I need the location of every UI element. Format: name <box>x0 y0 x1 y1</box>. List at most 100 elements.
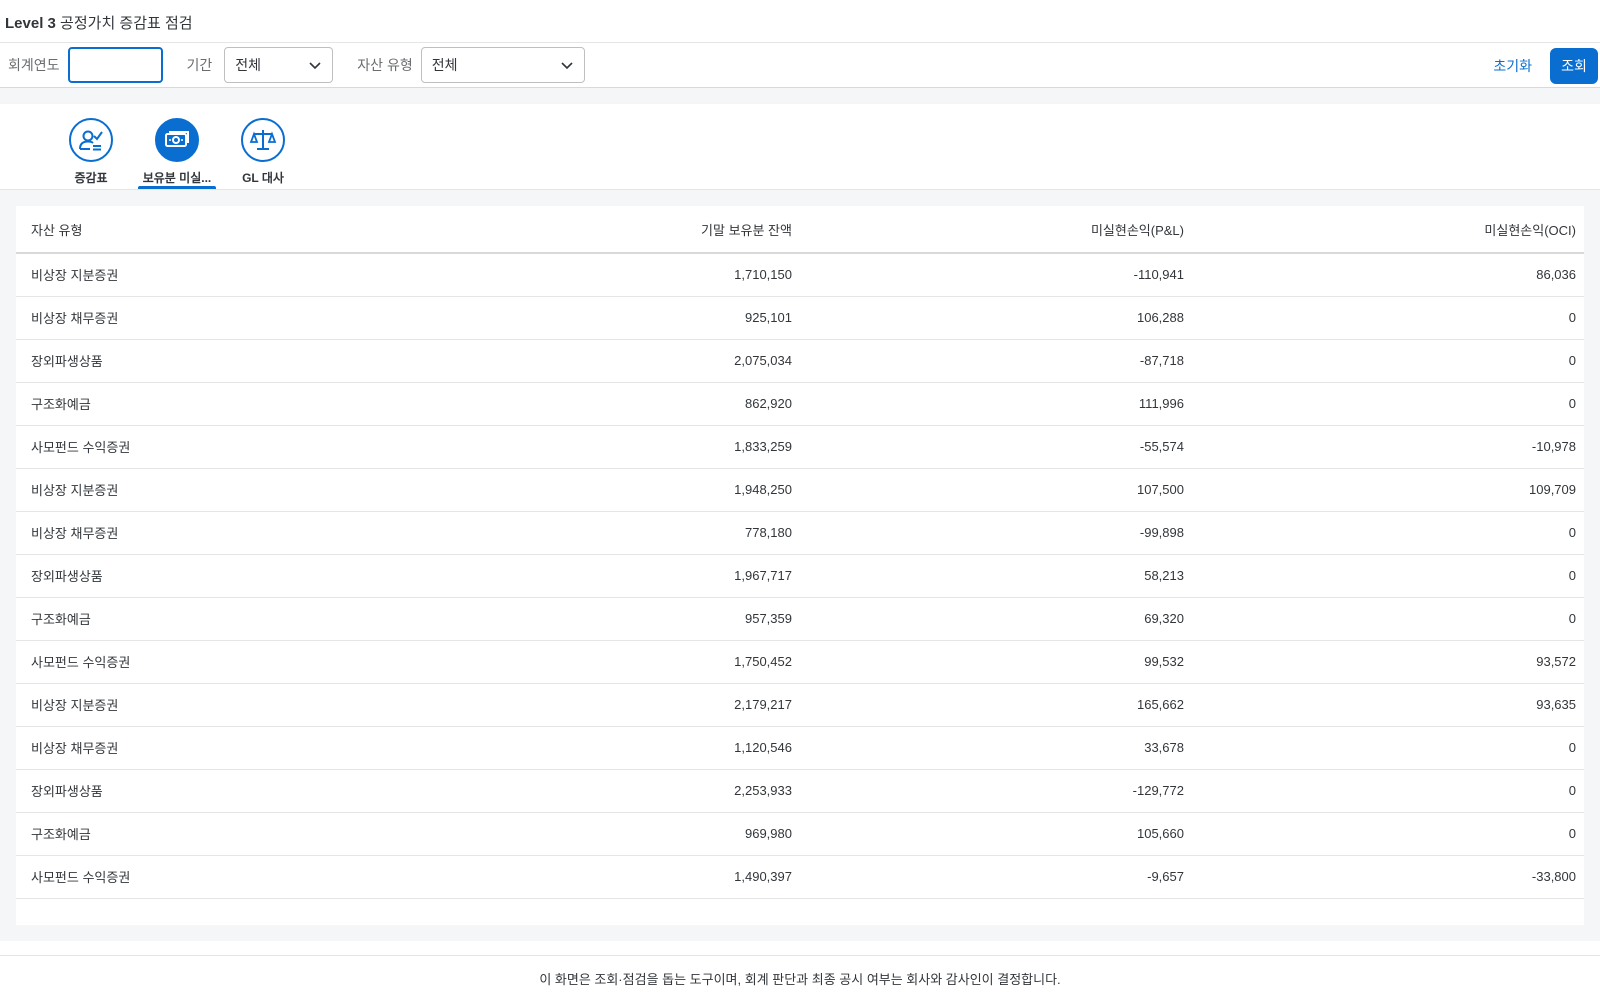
cell-pl: 105,660 <box>799 812 1192 856</box>
tab-label: 보유분 미실... <box>142 171 212 185</box>
cell-ending-balance: 862,920 <box>502 382 800 426</box>
cell-oci: 0 <box>1191 339 1584 383</box>
cell-ending-balance: 969,980 <box>502 812 800 856</box>
cell-ending-balance: 1,710,150 <box>502 253 800 297</box>
cell-ending-balance: 2,253,933 <box>502 769 800 813</box>
asset-type-select[interactable]: 전체 <box>420 47 585 83</box>
cell-oci: 93,635 <box>1191 683 1584 727</box>
asset-type-select-value: 전체 <box>431 57 458 73</box>
cell-pl: 99,532 <box>799 640 1192 684</box>
cell-asset-type: 사모펀드 수익증권 <box>16 425 503 469</box>
cell-ending-balance: 778,180 <box>502 511 800 555</box>
year-label: 회계연도 <box>8 57 60 73</box>
column-header-asset-type[interactable]: 자산 유형 <box>16 206 503 254</box>
table-row[interactable]: 장외파생상품 1,967,717 58,213 0 <box>16 554 1584 598</box>
table-row[interactable]: 비상장 채무증권 925,101 106,288 0 <box>16 296 1584 340</box>
cell-pl: 106,288 <box>799 296 1192 340</box>
table-row[interactable]: 장외파생상품 2,075,034 -87,718 0 <box>16 339 1584 383</box>
cell-oci: 0 <box>1191 511 1584 555</box>
cell-pl: -99,898 <box>799 511 1192 555</box>
table-row[interactable]: 구조화예금 862,920 111,996 0 <box>16 382 1584 426</box>
table-row[interactable]: 비상장 지분증권 2,179,217 165,662 93,635 <box>16 683 1584 727</box>
cell-asset-type: 장외파생상품 <box>16 339 503 383</box>
tab-unrealized[interactable]: 보유분 미실... <box>134 104 220 189</box>
period-label: 기간 <box>186 57 213 73</box>
tab-icon-circle <box>155 118 199 162</box>
cash-icon <box>165 131 189 147</box>
cell-pl: -129,772 <box>799 769 1192 813</box>
cell-pl: 33,678 <box>799 726 1192 770</box>
cell-ending-balance: 2,075,034 <box>502 339 800 383</box>
cell-asset-type: 구조화예금 <box>16 382 503 426</box>
table-header-row: 자산 유형 기말 보유분 잔액 미실현손익(P&L) 미실현손익(OCI) <box>16 206 1584 254</box>
cell-pl: -87,718 <box>799 339 1192 383</box>
cell-asset-type: 비상장 지분증권 <box>16 683 503 727</box>
table-row[interactable]: 사모펀드 수익증권 1,750,452 99,532 93,572 <box>16 640 1584 684</box>
scale-icon <box>249 130 277 150</box>
cell-oci: 0 <box>1191 812 1584 856</box>
table-row[interactable]: 비상장 지분증권 1,710,150 -110,941 86,036 <box>16 253 1584 297</box>
icon-tab-bar: 증감표 보유분 미실... GL 대사 <box>0 104 1600 190</box>
cell-asset-type: 사모펀드 수익증권 <box>16 640 503 684</box>
cell-ending-balance: 2,179,217 <box>502 683 800 727</box>
cell-pl: 58,213 <box>799 554 1192 598</box>
column-header-pl[interactable]: 미실현손익(P&L) <box>799 206 1192 254</box>
table-row[interactable]: 비상장 지분증권 1,948,250 107,500 109,709 <box>16 468 1584 512</box>
cell-oci: 0 <box>1191 554 1584 598</box>
tab-label: 증감표 <box>74 171 108 185</box>
filter-actions: 초기화 조회 <box>1475 48 1598 84</box>
table-row[interactable]: 비상장 채무증권 1,120,546 33,678 0 <box>16 726 1584 770</box>
unrealized-gains-table: 자산 유형 기말 보유분 잔액 미실현손익(P&L) 미실현손익(OCI) 비상… <box>16 206 1584 899</box>
footer-disclaimer: 이 화면은 조회·점검을 돕는 도구이며, 회계 판단과 최종 공시 여부는 회… <box>0 955 1600 1000</box>
page-title: Level 3 공정가치 증감표 점검 <box>5 15 193 32</box>
cell-oci: 109,709 <box>1191 468 1584 512</box>
cell-oci: -33,800 <box>1191 855 1584 899</box>
cell-pl: -55,574 <box>799 425 1192 469</box>
reset-button[interactable]: 초기화 <box>1475 56 1550 76</box>
column-header-oci[interactable]: 미실현손익(OCI) <box>1191 206 1584 254</box>
chevron-down-icon <box>309 62 321 70</box>
cell-asset-type: 장외파생상품 <box>16 769 503 813</box>
cell-oci: 0 <box>1191 296 1584 340</box>
spacer <box>0 88 1600 104</box>
cell-pl: 111,996 <box>799 382 1192 426</box>
tab-gl-reconciliation[interactable]: GL 대사 <box>220 104 306 189</box>
cell-oci: 0 <box>1191 382 1584 426</box>
table-row[interactable]: 구조화예금 957,359 69,320 0 <box>16 597 1584 641</box>
cell-asset-type: 구조화예금 <box>16 812 503 856</box>
cell-ending-balance: 1,967,717 <box>502 554 800 598</box>
cell-ending-balance: 1,120,546 <box>502 726 800 770</box>
cell-asset-type: 장외파생상품 <box>16 554 503 598</box>
table-container: 자산 유형 기말 보유분 잔액 미실현손익(P&L) 미실현손익(OCI) 비상… <box>16 206 1584 925</box>
cell-ending-balance: 925,101 <box>502 296 800 340</box>
cell-pl: -9,657 <box>799 855 1192 899</box>
tab-summary[interactable]: 증감표 <box>48 104 134 189</box>
table-row[interactable]: 장외파생상품 2,253,933 -129,772 0 <box>16 769 1584 813</box>
cell-asset-type: 구조화예금 <box>16 597 503 641</box>
asset-type-label: 자산 유형 <box>357 57 413 73</box>
table-row[interactable]: 비상장 채무증권 778,180 -99,898 0 <box>16 511 1584 555</box>
tab-icon-circle <box>241 118 285 162</box>
column-header-ending-balance[interactable]: 기말 보유분 잔액 <box>502 206 800 254</box>
cell-asset-type: 사모펀드 수익증권 <box>16 855 503 899</box>
cell-pl: 69,320 <box>799 597 1192 641</box>
search-button[interactable]: 조회 <box>1550 48 1598 84</box>
chevron-down-icon <box>561 62 573 70</box>
period-select-value: 전체 <box>235 57 262 73</box>
cell-ending-balance: 957,359 <box>502 597 800 641</box>
cell-asset-type: 비상장 채무증권 <box>16 296 503 340</box>
cell-oci: 93,572 <box>1191 640 1584 684</box>
table-row[interactable]: 구조화예금 969,980 105,660 0 <box>16 812 1584 856</box>
year-input[interactable] <box>67 47 163 83</box>
content-area: 자산 유형 기말 보유분 잔액 미실현손익(P&L) 미실현손익(OCI) 비상… <box>0 190 1600 941</box>
table-row[interactable]: 사모펀드 수익증권 1,490,397 -9,657 -33,800 <box>16 855 1584 899</box>
cell-oci: -10,978 <box>1191 425 1584 469</box>
title-bar: Level 3 공정가치 증감표 점검 <box>0 0 1600 43</box>
cell-ending-balance: 1,750,452 <box>502 640 800 684</box>
table-row[interactable]: 사모펀드 수익증권 1,833,259 -55,574 -10,978 <box>16 425 1584 469</box>
tab-label: GL 대사 <box>242 171 284 185</box>
cell-ending-balance: 1,948,250 <box>502 468 800 512</box>
cell-ending-balance: 1,833,259 <box>502 425 800 469</box>
cell-pl: 107,500 <box>799 468 1192 512</box>
period-select[interactable]: 전체 <box>224 47 334 83</box>
